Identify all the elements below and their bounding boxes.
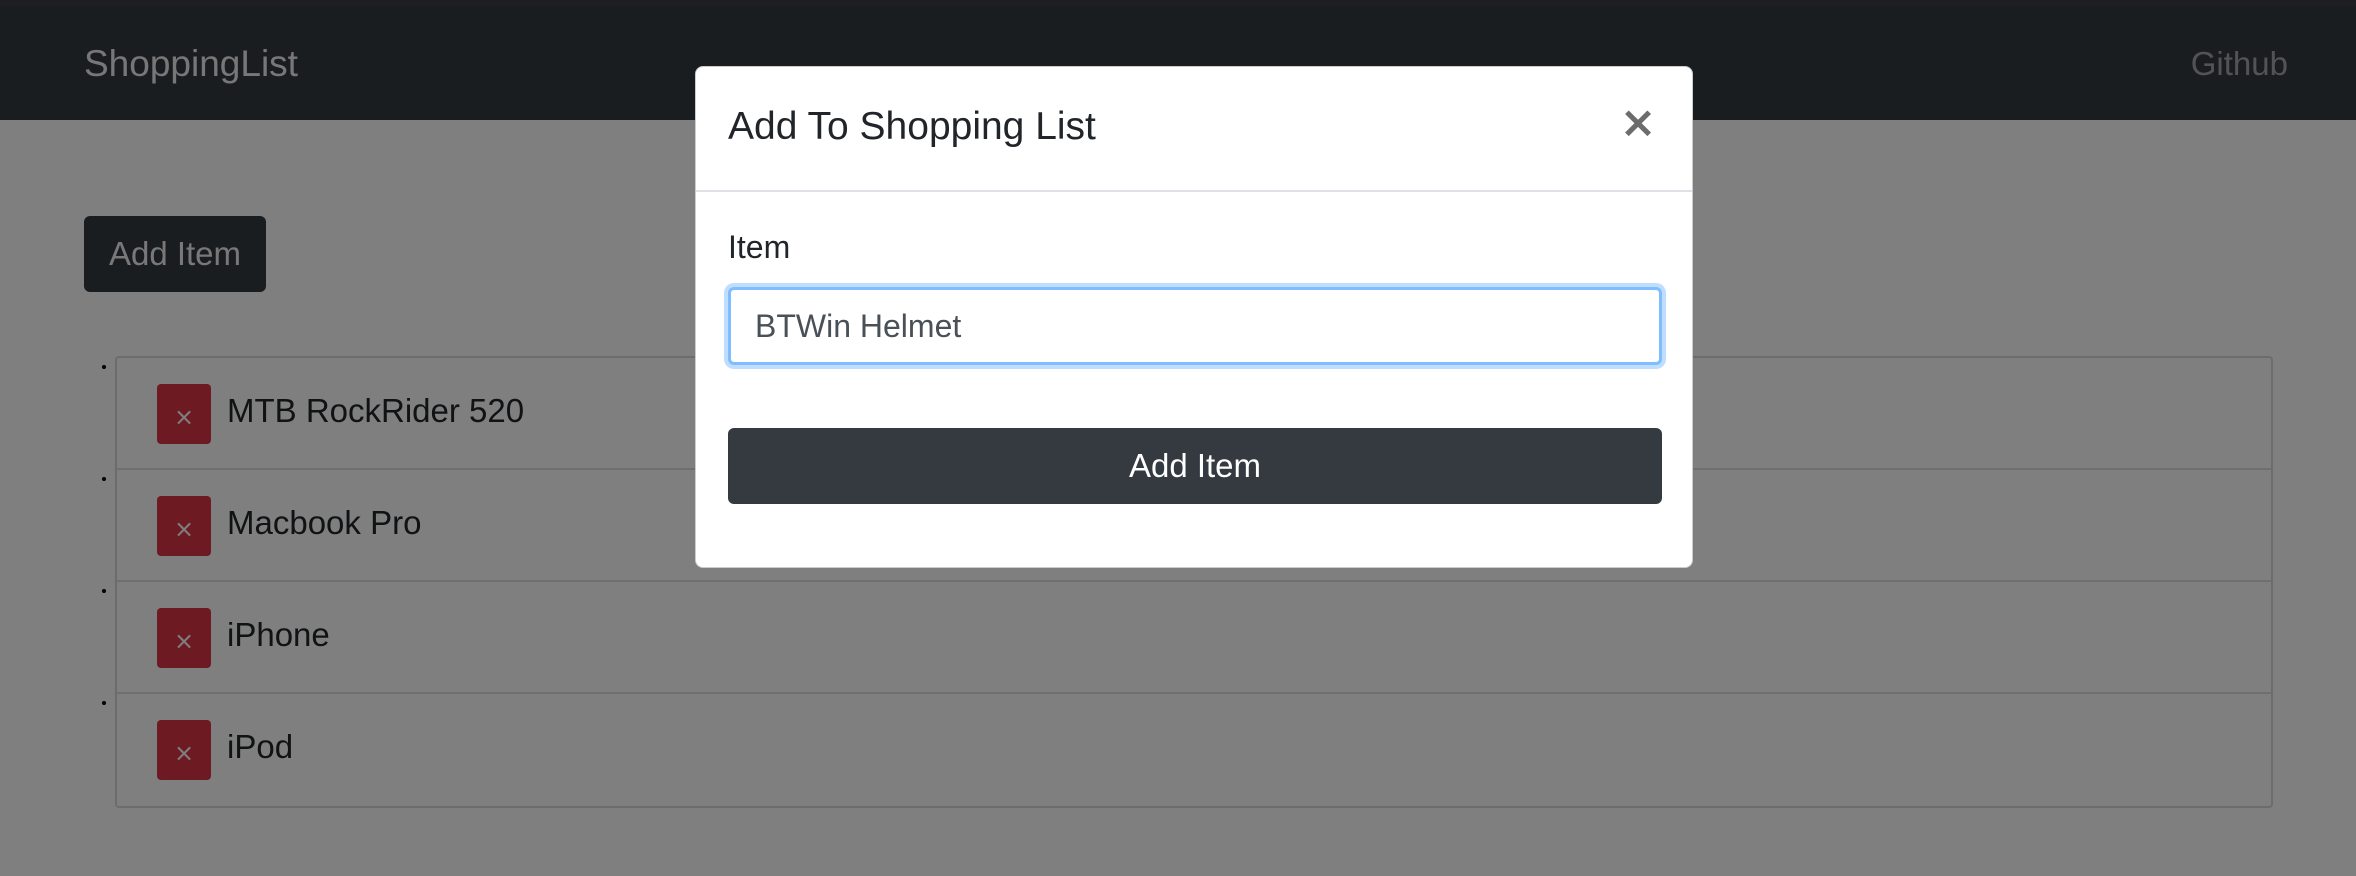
item-field-label: Item — [728, 229, 791, 265]
modal-title: Add To Shopping List — [728, 105, 1096, 148]
add-item-modal: Add To Shopping List × Item Add Item — [695, 66, 1693, 568]
submit-add-item-button[interactable]: Add Item — [728, 428, 1662, 504]
item-input[interactable] — [728, 287, 1662, 365]
modal-header: Add To Shopping List × — [696, 67, 1692, 192]
close-icon: × — [1619, 97, 1657, 148]
close-button[interactable]: × — [1614, 97, 1662, 149]
